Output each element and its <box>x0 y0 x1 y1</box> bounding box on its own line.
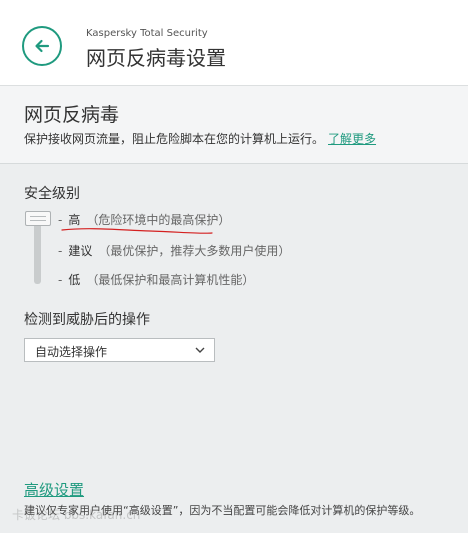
threat-action-dropdown[interactable]: 自动选择操作 <box>24 338 215 362</box>
section-description: 保护接收网页流量，阻止危险脚本在您的计算机上运行。 了解更多 <box>24 130 376 147</box>
security-level-label: 安全级别 <box>24 186 80 202</box>
page-title: 网页反病毒设置 <box>86 46 226 70</box>
app-name: Kaspersky Total Security <box>86 28 208 39</box>
threat-action-label: 检测到威胁后的操作 <box>24 312 150 328</box>
security-level-slider-thumb[interactable] <box>25 211 51 226</box>
level-dash: - <box>58 244 63 258</box>
intro-panel: 网页反病毒 保护接收网页流量，阻止危险脚本在您的计算机上运行。 了解更多 <box>0 86 468 164</box>
level-name: 建议 <box>68 244 93 258</box>
security-level-slider-track[interactable] <box>34 218 41 284</box>
section-title: 网页反病毒 <box>24 104 120 126</box>
level-dash: - <box>58 273 63 287</box>
level-desc: （最优保护，推荐大多数用户使用） <box>98 244 291 258</box>
back-button[interactable] <box>22 26 62 66</box>
advanced-settings-link[interactable]: 高级设置 <box>24 479 84 500</box>
learn-more-link[interactable]: 了解更多 <box>328 132 376 146</box>
header: Kaspersky Total Security 网页反病毒设置 <box>0 0 468 86</box>
arrow-left-icon <box>35 39 50 53</box>
dropdown-selected-value: 自动选择操作 <box>35 345 108 359</box>
watermark: 卡饭论坛 bbs.kafan.cn <box>12 508 141 522</box>
description-text: 保护接收网页流量，阻止危险脚本在您的计算机上运行。 <box>24 132 325 146</box>
level-name: 低 <box>68 273 81 287</box>
level-option-recommended[interactable]: - 建议 （最优保护，推荐大多数用户使用） <box>58 242 290 259</box>
level-option-low[interactable]: - 低 （最低保护和最高计算机性能） <box>58 271 254 288</box>
level-desc: （最低保护和最高计算机性能） <box>86 273 255 287</box>
handwritten-underline-annotation <box>61 228 213 234</box>
chevron-down-icon <box>195 347 205 353</box>
